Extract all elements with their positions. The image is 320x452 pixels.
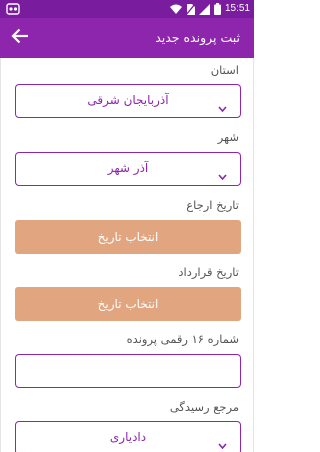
- wifi-icon: [169, 4, 182, 14]
- province-select[interactable]: آذربایجان شرقی: [15, 84, 241, 118]
- contract-date-button[interactable]: انتخاب تاریخ: [15, 287, 241, 321]
- status-time: 15:51: [224, 3, 250, 14]
- city-value: آذر شهر: [107, 161, 149, 175]
- battery-icon: [213, 3, 221, 15]
- city-select[interactable]: آذر شهر: [15, 152, 241, 186]
- file-number-field: [15, 354, 241, 388]
- referral-date-button[interactable]: انتخاب تاریخ: [15, 220, 241, 254]
- no-sim-icon: [185, 3, 195, 15]
- arrow-back-icon: [11, 28, 29, 48]
- back-button[interactable]: [8, 26, 32, 50]
- signal-icon: [198, 3, 210, 15]
- new-case-form: استان آذربایجان شرقی شهر آذر شهر تاریخ ا…: [0, 58, 254, 452]
- referral-date-label: تاریخ ارجاع: [186, 198, 239, 212]
- contract-date-label: تاریخ قرارداد: [178, 265, 239, 279]
- file-number-input[interactable]: [16, 355, 240, 387]
- page-title: ثبت پرونده جدید: [155, 30, 240, 45]
- file-number-label: شماره ۱۶ رقمی پرونده: [126, 332, 239, 346]
- city-label: شهر: [217, 130, 239, 144]
- chevron-down-icon: [218, 97, 227, 113]
- authority-value: دادیاری: [109, 430, 147, 444]
- app-bar: ثبت پرونده جدید: [0, 18, 254, 58]
- authority-select[interactable]: دادیاری: [15, 421, 241, 452]
- chevron-down-icon: [218, 165, 227, 181]
- chevron-down-icon: [218, 434, 227, 450]
- province-label: استان: [210, 63, 239, 77]
- status-bar: 15:51: [0, 0, 254, 18]
- authority-label: مرجع رسیدگی: [169, 400, 239, 414]
- province-value: آذربایجان شرقی: [87, 93, 169, 107]
- app-notification-icon: [6, 3, 20, 15]
